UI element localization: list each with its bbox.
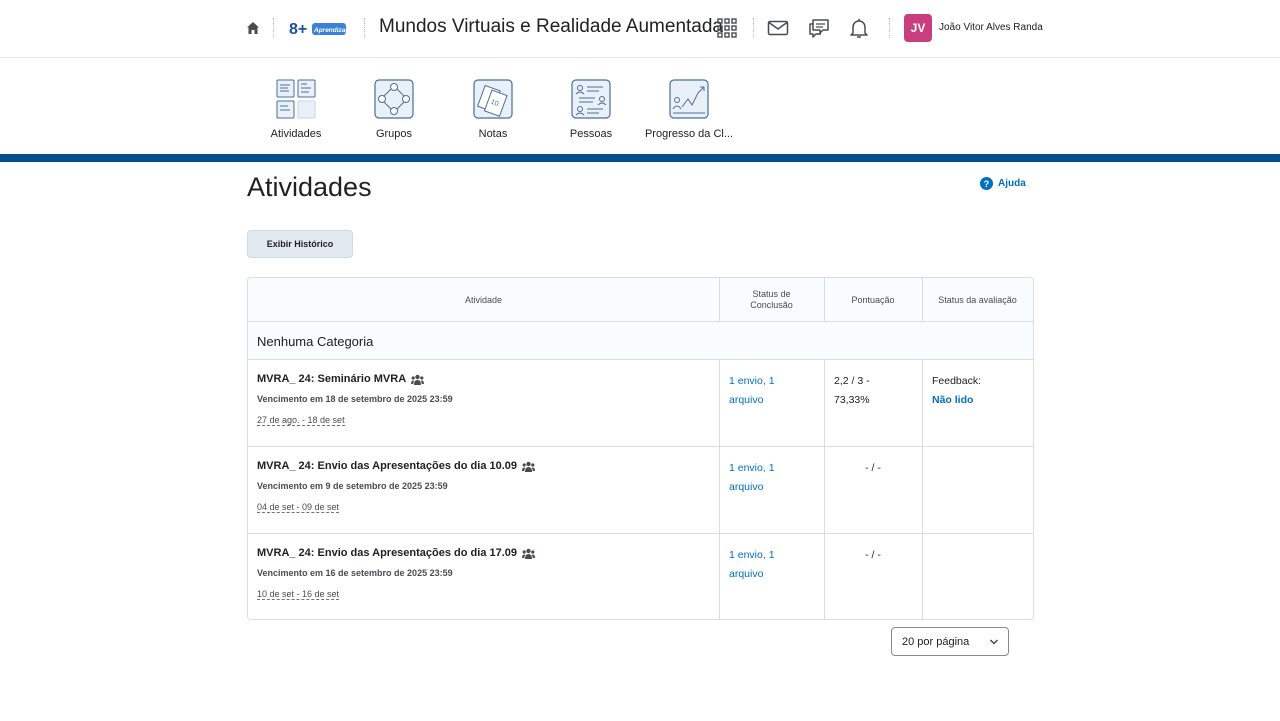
activities-table: Atividade Status de Conclusão Pontuação … xyxy=(247,277,1034,620)
mail-icon[interactable] xyxy=(766,16,790,40)
activity-name[interactable]: MVRA_ 24: Envio das Apresentações do dia… xyxy=(257,460,536,472)
table-row: MVRA_ 24: Envio das Apresentações do dia… xyxy=(248,534,1033,619)
table-row: MVRA_ 24: Envio das Apresentações do dia… xyxy=(248,447,1033,534)
group-icon xyxy=(522,461,536,472)
header-divider xyxy=(889,18,890,38)
groups-icon xyxy=(374,79,414,119)
apps-grid-icon[interactable] xyxy=(715,16,739,40)
activity-title[interactable]: MVRA_ 24: Seminário MVRA xyxy=(257,373,406,385)
activities-icon xyxy=(276,79,316,119)
bell-icon[interactable] xyxy=(847,16,871,40)
due-date: Vencimento em 18 de setembro de 2025 23:… xyxy=(257,394,453,404)
feedback-label: Feedback: xyxy=(932,375,982,387)
help-label: Ajuda xyxy=(998,178,1026,189)
completion-status-link[interactable]: 1 envio, 1 arquivo xyxy=(729,372,809,410)
help-icon: ? xyxy=(980,177,993,190)
user-name[interactable]: João Vitor Alves Randa xyxy=(939,22,1043,33)
nav-item-activities[interactable]: Atividades xyxy=(248,79,344,140)
completion-status-line: 1 envio, 1 xyxy=(729,549,775,561)
column-divider xyxy=(922,360,923,619)
nav-item-groups[interactable]: Grupos xyxy=(346,79,442,140)
due-date: Vencimento em 9 de setembro de 2025 23:5… xyxy=(257,481,448,491)
per-page-value: 20 por página xyxy=(902,636,970,648)
nav-label-groups: Grupos xyxy=(375,128,413,140)
progress-icon xyxy=(669,79,709,119)
availability-dates[interactable]: 10 de set - 16 de set xyxy=(257,589,340,600)
people-icon xyxy=(571,79,611,119)
activity-title[interactable]: MVRA_ 24: Envio das Apresentações do dia… xyxy=(257,547,517,559)
score-line: 2,2 / 3 - xyxy=(834,375,870,387)
top-header: 8+ Aprendizagem Mundos Virtuais e Realid… xyxy=(0,0,1280,58)
course-title[interactable]: Mundos Virtuais e Realidade Aumentada xyxy=(379,16,723,38)
table-row: MVRA_ 24: Seminário MVRA Vencimento em 1… xyxy=(248,360,1033,447)
nav-label-activities: Atividades xyxy=(270,128,322,140)
completion-status-line: arquivo xyxy=(729,481,764,493)
column-divider xyxy=(719,360,720,619)
page-title: Atividades xyxy=(247,172,372,202)
col-header-score: Pontuação xyxy=(851,294,895,305)
nav-item-class-progress[interactable]: Progresso da Cl... xyxy=(641,79,737,140)
activity-name[interactable]: MVRA_ 24: Envio das Apresentações do dia… xyxy=(257,547,536,559)
col-header-activity: Atividade xyxy=(464,294,503,305)
activity-name[interactable]: MVRA_ 24: Seminário MVRA xyxy=(257,373,425,385)
svg-text:8+: 8+ xyxy=(289,21,307,38)
category-row: Nenhuma Categoria xyxy=(248,322,1033,360)
course-navbar: Atividades Grupos 10 Notas Pessoas Progr… xyxy=(0,59,1280,154)
col-header-evaluation: Status da avaliação xyxy=(938,294,1017,305)
brand-stripe xyxy=(0,154,1280,162)
grades-icon: 10 xyxy=(473,79,513,119)
home-icon[interactable] xyxy=(245,20,261,36)
score-value: 2,2 / 3 - 73,33% xyxy=(834,372,924,410)
chat-icon[interactable] xyxy=(807,16,831,40)
avatar[interactable]: JV xyxy=(904,14,932,42)
availability-dates[interactable]: 27 de ago. - 18 de set xyxy=(257,415,345,426)
nav-label-people: Pessoas xyxy=(569,128,613,140)
availability-dates[interactable]: 04 de set - 09 de set xyxy=(257,502,340,513)
col-header-completion: Status de Conclusão xyxy=(750,289,793,310)
due-date: Vencimento em 16 de setembro de 2025 23:… xyxy=(257,568,453,578)
nav-label-class-progress: Progresso da Cl... xyxy=(644,128,734,140)
header-divider xyxy=(753,18,754,38)
category-label: Nenhuma Categoria xyxy=(257,334,374,349)
per-page-select[interactable]: 20 por página xyxy=(891,627,1009,656)
completion-status-link[interactable]: 1 envio, 1 arquivo xyxy=(729,546,809,584)
table-header: Atividade Status de Conclusão Pontuação … xyxy=(248,278,1033,322)
svg-text:Aprendizagem: Aprendizagem xyxy=(313,27,348,34)
nav-item-grades[interactable]: 10 Notas xyxy=(445,79,541,140)
score-value: - / - xyxy=(865,549,881,561)
group-icon xyxy=(522,548,536,559)
score-percent: 73,33% xyxy=(834,394,870,406)
help-link[interactable]: ? Ajuda xyxy=(980,177,1026,190)
activity-title[interactable]: MVRA_ 24: Envio das Apresentações do dia… xyxy=(257,460,517,472)
column-divider xyxy=(824,278,825,322)
column-divider xyxy=(824,360,825,619)
show-history-button[interactable]: Exibir Histórico xyxy=(247,230,353,258)
column-divider xyxy=(922,278,923,322)
group-icon xyxy=(411,374,425,385)
chevron-down-icon xyxy=(989,639,999,645)
nav-item-people[interactable]: Pessoas xyxy=(543,79,639,140)
completion-status-line: arquivo xyxy=(729,394,764,406)
completion-status-line: 1 envio, 1 xyxy=(729,462,775,474)
score-value: - / - xyxy=(865,462,881,474)
completion-status-line: arquivo xyxy=(729,568,764,580)
completion-status-line: 1 envio, 1 xyxy=(729,375,775,387)
completion-status-link[interactable]: 1 envio, 1 arquivo xyxy=(729,459,809,497)
institution-logo[interactable]: 8+ Aprendizagem xyxy=(288,17,348,39)
header-divider xyxy=(364,18,365,38)
column-divider xyxy=(719,278,720,322)
nav-label-grades: Notas xyxy=(478,128,508,140)
header-divider xyxy=(273,18,274,38)
feedback-status-link[interactable]: Não lido xyxy=(932,391,973,410)
